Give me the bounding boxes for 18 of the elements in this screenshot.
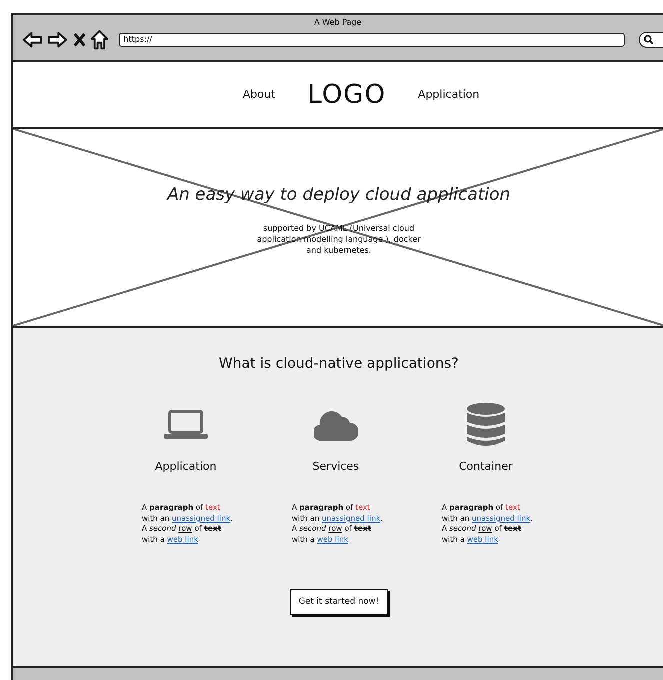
start-button[interactable]: Get it started now! (290, 589, 388, 615)
address-field[interactable]: https:// (118, 33, 625, 47)
cloud-icon (314, 409, 358, 441)
back-icon[interactable] (23, 31, 42, 49)
window-title: A Web Page (313, 17, 363, 27)
home-icon[interactable] (91, 30, 109, 50)
forward-icon[interactable] (48, 31, 68, 49)
nav-link[interactable]: Application (418, 88, 480, 101)
column-title: Container (459, 460, 513, 473)
logo-text: LOGO (308, 80, 386, 110)
laptop-icon (164, 410, 208, 440)
nav-link[interactable]: About (243, 88, 276, 101)
column-title: Application (155, 460, 217, 473)
database-icon (467, 403, 505, 447)
column-title: Services (312, 460, 360, 473)
close-icon[interactable] (74, 33, 86, 47)
search-icon (644, 35, 654, 45)
section-title: What is cloud-native applications? (219, 356, 459, 372)
